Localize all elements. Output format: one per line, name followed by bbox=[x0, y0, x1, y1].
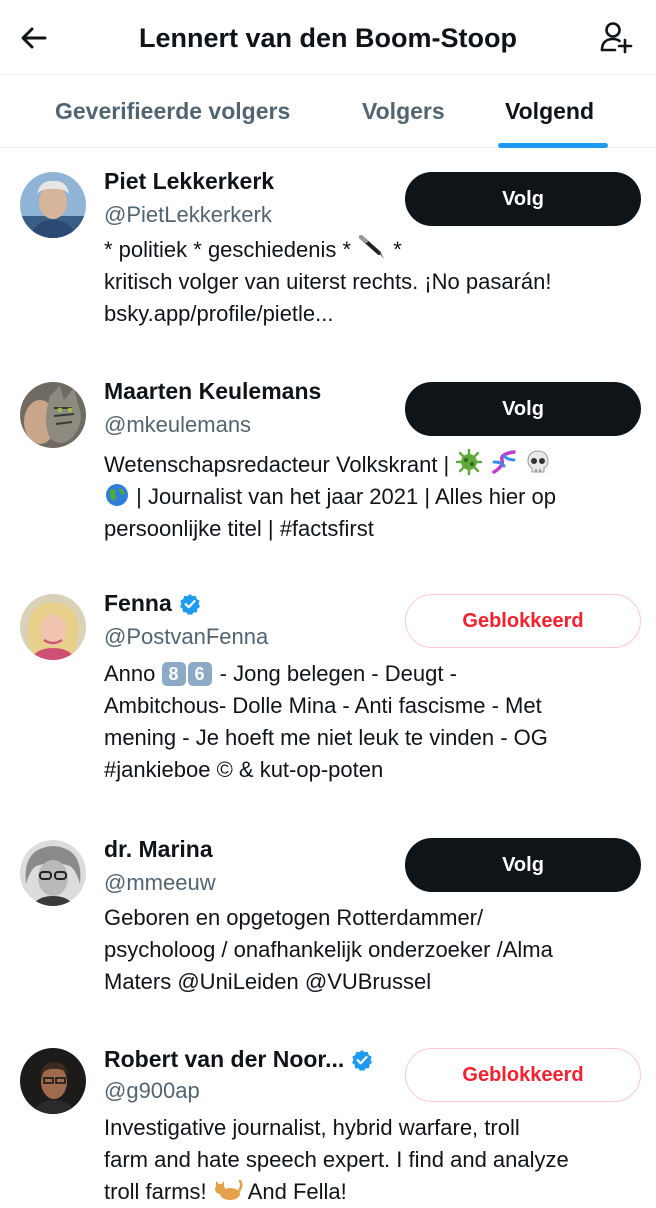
user-handle: @g900ap bbox=[104, 1078, 200, 1103]
avatar bbox=[20, 382, 86, 448]
top-bar: Lennert van den Boom-Stoop bbox=[0, 0, 656, 74]
keycap-8-icon: 8 bbox=[161, 662, 186, 686]
page-title: Lennert van den Boom-Stoop bbox=[139, 23, 517, 53]
user-list-item[interactable]: Robert van der Noor... @g900ap Geblokkee… bbox=[0, 1032, 656, 1204]
verified-badge-icon bbox=[352, 1049, 373, 1071]
user-handle: @PostvanFenna bbox=[104, 624, 269, 649]
add-user-button[interactable] bbox=[596, 17, 636, 57]
cat-icon bbox=[214, 1179, 243, 1200]
arrow-left-icon bbox=[21, 27, 47, 49]
avatar bbox=[20, 172, 86, 238]
user-list-item[interactable]: Fenna @PostvanFenna Geblokkeerd Anno 86 … bbox=[0, 572, 656, 820]
tab-following[interactable]: Volgend bbox=[505, 75, 594, 148]
tab-followers[interactable]: Volgers bbox=[362, 75, 445, 148]
follow-button[interactable]: Volg bbox=[405, 838, 641, 892]
bio-link[interactable]: bsky.app/profile/pietle... bbox=[104, 298, 634, 330]
follow-button[interactable]: Volg bbox=[405, 172, 641, 226]
verified-badge-icon bbox=[179, 593, 200, 615]
globe-icon bbox=[106, 484, 128, 506]
avatar bbox=[20, 594, 86, 660]
user-bio: Investigative journalist, hybrid warfare… bbox=[104, 1115, 569, 1204]
user-name: Fenna bbox=[104, 590, 201, 617]
follow-button[interactable]: Volg bbox=[405, 382, 641, 436]
dna-icon bbox=[491, 450, 516, 474]
fountain-pen-icon bbox=[359, 235, 385, 259]
user-list-item[interactable]: dr. Marina @mmeeuw Volg Geboren en opget… bbox=[0, 820, 656, 1032]
user-handle: @mkeulemans bbox=[104, 412, 252, 437]
skull-icon bbox=[527, 450, 549, 473]
user-bio: * politiek * geschiedenis * * kritisch v… bbox=[104, 234, 634, 330]
user-list-item[interactable]: Piet Lekkerkerk @PietLekkerkerk Volg * p… bbox=[0, 150, 656, 360]
back-button[interactable] bbox=[14, 18, 54, 58]
user-name: Robert van der Noor... bbox=[104, 1046, 373, 1073]
user-bio: Wetenschapsredacteur Volkskrant | | Jour… bbox=[104, 448, 634, 545]
tab-verified-followers[interactable]: Geverifieerde volgers bbox=[55, 75, 290, 148]
active-tab-indicator bbox=[498, 143, 608, 148]
person-add-icon bbox=[600, 22, 633, 54]
keycap-6-icon: 6 bbox=[187, 662, 212, 686]
blocked-button[interactable]: Geblokkeerd bbox=[405, 1048, 641, 1102]
user-name: Maarten Keulemans bbox=[104, 378, 322, 404]
tab-bar: Geverifieerde volgers Volgers Volgend bbox=[0, 74, 656, 148]
user-bio: Geboren en opgetogen Rotterdammer/ psych… bbox=[104, 905, 553, 994]
microbe-icon bbox=[456, 448, 483, 476]
user-name: dr. Marina bbox=[104, 836, 213, 862]
blocked-button[interactable]: Geblokkeerd bbox=[405, 594, 641, 648]
user-handle: @mmeeuw bbox=[104, 870, 216, 895]
user-list-item[interactable]: Maarten Keulemans @mkeulemans Volg Weten… bbox=[0, 360, 656, 572]
user-name: Piet Lekkerkerk bbox=[104, 168, 275, 194]
copyright-icon: © bbox=[216, 757, 233, 782]
user-bio: Anno 86 - Jong belegen - Deugt - Ambitch… bbox=[104, 661, 548, 782]
avatar bbox=[20, 840, 86, 906]
avatar bbox=[20, 1048, 86, 1114]
user-handle: @PietLekkerkerk bbox=[104, 202, 272, 227]
